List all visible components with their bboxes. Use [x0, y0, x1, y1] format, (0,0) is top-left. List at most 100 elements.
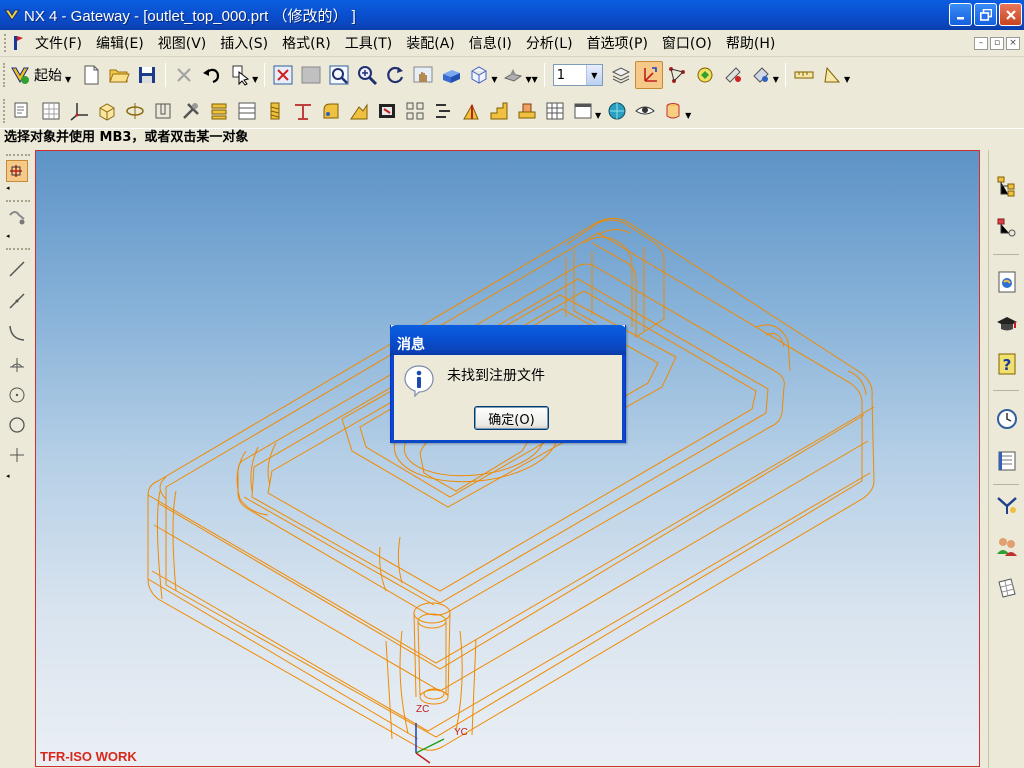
menu-file[interactable]: 文件(F) — [28, 33, 89, 53]
datum-plane-button[interactable] — [37, 97, 65, 125]
chevron-down-icon[interactable]: ▼ — [595, 111, 601, 120]
select-tool-button[interactable] — [6, 160, 28, 182]
measure-angle-button[interactable] — [818, 61, 846, 89]
circle-center-tool-button[interactable] — [6, 384, 28, 406]
chevron-down-icon[interactable]: ◂ — [6, 232, 10, 240]
delete-button[interactable] — [170, 61, 198, 89]
view-layout-button[interactable] — [569, 97, 597, 125]
part-navigator-tab[interactable] — [993, 214, 1021, 242]
step-feature-button[interactable] — [485, 97, 513, 125]
revolve-button[interactable] — [121, 97, 149, 125]
menu-preferences[interactable]: 首选项(P) — [580, 33, 655, 53]
menu-edit[interactable]: 编辑(E) — [89, 33, 151, 53]
chevron-down-icon[interactable]: ▼ — [685, 111, 691, 120]
training-tab[interactable] — [993, 310, 1021, 338]
rotate-button[interactable] — [381, 61, 409, 89]
cylinder-button[interactable] — [659, 97, 687, 125]
chevron-down-icon[interactable]: ▼ — [532, 75, 538, 84]
minimize-button[interactable] — [949, 3, 972, 26]
close-button[interactable] — [999, 3, 1022, 26]
fit-view-button[interactable] — [269, 61, 297, 89]
profile-tool-button[interactable] — [6, 206, 28, 228]
layer-settings-button[interactable] — [607, 61, 635, 89]
menu-window[interactable]: 窗口(O) — [655, 33, 719, 53]
ruler-button[interactable] — [790, 61, 818, 89]
new-file-button[interactable] — [77, 61, 105, 89]
zoom-button[interactable] — [353, 61, 381, 89]
graphics-window[interactable]: ZC YC TFR-ISO WORK — [35, 150, 980, 767]
doc-restore-button[interactable]: ▫ — [990, 37, 1004, 50]
shell-button[interactable] — [373, 97, 401, 125]
line-tool-button[interactable] — [6, 258, 28, 280]
boss-button[interactable] — [513, 97, 541, 125]
menu-help[interactable]: 帮助(H) — [719, 33, 782, 53]
open-file-button[interactable] — [105, 61, 133, 89]
menubar-grip[interactable] — [4, 34, 8, 52]
view-orient-button[interactable] — [499, 61, 527, 89]
undo-button[interactable] — [198, 61, 226, 89]
wcs-display-button[interactable] — [634, 61, 663, 89]
offset-face-button[interactable] — [429, 97, 457, 125]
show-hide-button[interactable] — [631, 97, 659, 125]
chevron-down-icon[interactable]: ▼ — [773, 75, 779, 84]
assembly-navigator-tab[interactable] — [993, 172, 1021, 200]
arc-tool-button[interactable] — [6, 322, 28, 344]
circle-tool-button[interactable] — [6, 414, 28, 436]
selection-filter-button[interactable] — [226, 61, 254, 89]
roles-tab[interactable] — [993, 532, 1021, 560]
menu-view[interactable]: 视图(V) — [151, 33, 214, 53]
history-tab[interactable] — [993, 405, 1021, 433]
draft-button[interactable] — [289, 97, 317, 125]
menu-tools[interactable]: 工具(T) — [338, 33, 399, 53]
measure-button[interactable] — [719, 61, 747, 89]
table-button[interactable] — [233, 97, 261, 125]
menu-insert[interactable]: 插入(S) — [213, 33, 275, 53]
toolbar-grip[interactable] — [3, 63, 6, 87]
sketch-button[interactable] — [9, 97, 37, 125]
fillet-tool-button[interactable] — [6, 354, 28, 376]
zoom-window-button[interactable] — [297, 61, 325, 89]
web-browser-tab[interactable] — [993, 268, 1021, 296]
menu-format[interactable]: 格式(R) — [275, 33, 338, 53]
edge-blend-button[interactable] — [457, 97, 485, 125]
chamfer-button[interactable] — [345, 97, 373, 125]
shaded-button[interactable] — [437, 61, 465, 89]
help-tab[interactable]: ? — [993, 350, 1021, 378]
restore-button[interactable] — [974, 3, 997, 26]
toolbar-grip[interactable] — [6, 154, 30, 156]
chevron-down-icon[interactable]: ◂ — [6, 184, 10, 192]
system-materials-tab[interactable] — [993, 447, 1021, 475]
start-button[interactable]: 起始 ▼ — [9, 64, 73, 86]
palettes-tab[interactable] — [993, 574, 1021, 602]
doc-close-button[interactable]: × — [1006, 37, 1020, 50]
work-layer-combo[interactable]: 1 ▼ — [552, 64, 603, 86]
render-style-button[interactable] — [465, 61, 493, 89]
feature-network-button[interactable] — [663, 61, 691, 89]
chevron-down-icon[interactable]: ▼ — [585, 65, 602, 85]
chevron-down-icon[interactable]: ▼ — [252, 75, 258, 84]
datum-csys-button[interactable] — [65, 97, 93, 125]
chevron-down-icon[interactable]: ◂ — [6, 472, 10, 480]
thread-button[interactable] — [261, 97, 289, 125]
chevron-down-icon[interactable]: ▼ — [491, 75, 497, 84]
layer-stack-button[interactable] — [205, 97, 233, 125]
ok-button[interactable]: 确定(O) — [474, 406, 549, 430]
save-button[interactable] — [133, 61, 161, 89]
render-sphere-button[interactable] — [603, 97, 631, 125]
trim-body-button[interactable] — [177, 97, 205, 125]
grid-button[interactable] — [541, 97, 569, 125]
analysis-button[interactable] — [691, 61, 719, 89]
menu-assembly[interactable]: 装配(A) — [399, 33, 462, 53]
hole-button[interactable] — [149, 97, 177, 125]
chevron-down-icon[interactable]: ▼ — [844, 75, 850, 84]
point-tool-button[interactable] — [6, 444, 28, 466]
line-point-tool-button[interactable] — [6, 290, 28, 312]
process-studio-tab[interactable] — [993, 490, 1021, 518]
menu-analysis[interactable]: 分析(L) — [519, 33, 580, 53]
blend-button[interactable] — [317, 97, 345, 125]
menu-info[interactable]: 信息(I) — [462, 33, 519, 53]
extrude-button[interactable] — [93, 97, 121, 125]
pan-button[interactable] — [409, 61, 437, 89]
doc-minimize-button[interactable]: – — [974, 37, 988, 50]
pattern-button[interactable] — [401, 97, 429, 125]
